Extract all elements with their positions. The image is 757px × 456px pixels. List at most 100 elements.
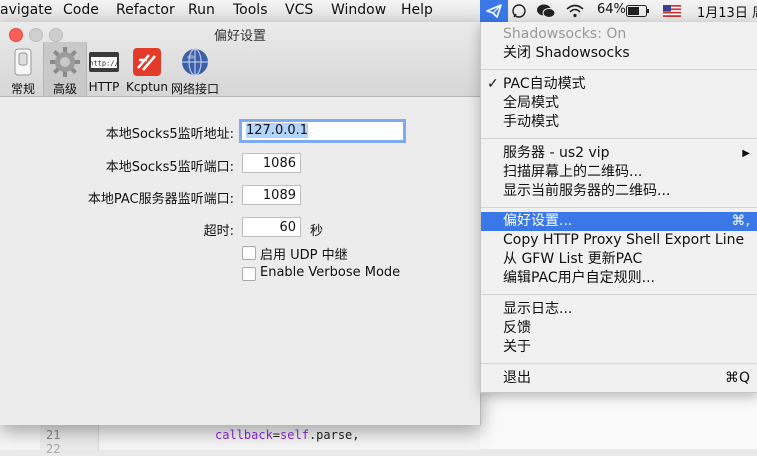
code-rest: .parse, bbox=[308, 428, 360, 442]
socks-address-label: 本地Socks5监听地址: bbox=[105, 127, 234, 142]
svg-text:http://: http:// bbox=[89, 60, 119, 68]
code-line: callback=self.parse, bbox=[215, 428, 360, 442]
preferences-label: 偏好设置... bbox=[503, 213, 573, 229]
menu-separator bbox=[481, 138, 757, 139]
pac-mode-item[interactable]: ✓ PAC自动模式 bbox=[481, 75, 757, 94]
tab-http[interactable]: http:// HTTP bbox=[86, 42, 122, 96]
preferences-shortcut: ⌘, bbox=[731, 213, 750, 229]
code-callback: callback bbox=[215, 428, 273, 442]
scan-qr-item[interactable]: 扫描屏幕上的二维码... bbox=[481, 163, 757, 182]
socks-address-input[interactable]: 127.0.0.1 bbox=[239, 119, 406, 143]
show-log-label: 显示日志... bbox=[503, 301, 573, 317]
udp-relay-label: 启用 UDP 中继 bbox=[260, 248, 348, 263]
tab-http-label: HTTP bbox=[88, 80, 120, 94]
about-item[interactable]: 关于 bbox=[481, 338, 757, 357]
scan-qr-label: 扫描屏幕上的二维码... bbox=[503, 164, 643, 180]
tab-kcptun[interactable]: Kcptun bbox=[125, 42, 169, 96]
timeout-unit: 秒 bbox=[310, 224, 324, 239]
tab-advanced[interactable]: 高级 bbox=[43, 42, 87, 96]
quit-item[interactable]: 退出 ⌘Q bbox=[481, 369, 757, 388]
edit-pac-label: 编辑PAC用户自定规则... bbox=[503, 270, 656, 286]
socks-port-label: 本地Socks5监听端口: bbox=[105, 160, 234, 175]
server-submenu-item[interactable]: 服务器 - us2 vip ▶ bbox=[481, 144, 757, 163]
checkmark-icon: ✓ bbox=[487, 76, 499, 92]
update-pac-item[interactable]: 从 GFW List 更新PAC bbox=[481, 250, 757, 269]
paper-plane-icon bbox=[486, 4, 502, 18]
socks-port-input[interactable]: 1086 bbox=[242, 153, 301, 173]
quit-label: 退出 bbox=[503, 370, 531, 386]
window-titlebar: 偏好设置 常规 高级 http:// HTTP Kcptun 网络接口 bbox=[0, 22, 480, 97]
show-log-item[interactable]: 显示日志... bbox=[481, 300, 757, 319]
udp-relay-checkbox[interactable] bbox=[242, 246, 256, 260]
timeout-input[interactable]: 60 bbox=[242, 217, 301, 237]
manual-mode-item[interactable]: 手动模式 bbox=[481, 113, 757, 132]
tab-general[interactable]: 常规 bbox=[4, 42, 42, 96]
menu-separator bbox=[481, 363, 757, 364]
battery-icon[interactable] bbox=[626, 5, 650, 17]
menu-separator bbox=[481, 69, 757, 70]
wechat-icon[interactable] bbox=[536, 3, 556, 19]
tab-kcptun-label: Kcptun bbox=[126, 80, 168, 94]
copy-export-label: Copy HTTP Proxy Shell Export Line bbox=[503, 232, 745, 248]
menu-code[interactable]: Code bbox=[63, 2, 99, 18]
menu-vcs[interactable]: VCS bbox=[285, 2, 313, 18]
code-equals: = bbox=[272, 428, 281, 442]
code-editor-background: 21 22 callback=self.parse, bbox=[0, 424, 480, 456]
desktop-background bbox=[480, 392, 757, 449]
show-qr-item[interactable]: 显示当前服务器的二维码... bbox=[481, 182, 757, 201]
feedback-item[interactable]: 反馈 bbox=[481, 319, 757, 338]
switch-icon bbox=[14, 48, 32, 76]
submenu-arrow-icon: ▶ bbox=[742, 148, 750, 159]
toggle-shadowsocks-label: 关闭 Shadowsocks bbox=[503, 45, 630, 61]
menu-help[interactable]: Help bbox=[401, 2, 433, 18]
battery-percent: 64% bbox=[597, 2, 626, 17]
menu-tools[interactable]: Tools bbox=[233, 2, 268, 18]
status-menu-item: Shadowsocks: On bbox=[481, 25, 757, 44]
line-number: 21 bbox=[46, 428, 61, 442]
pac-port-input[interactable]: 1089 bbox=[242, 185, 301, 205]
menu-refactor[interactable]: Refactor bbox=[116, 2, 175, 18]
copy-export-item[interactable]: Copy HTTP Proxy Shell Export Line bbox=[481, 231, 757, 250]
update-pac-label: 从 GFW List 更新PAC bbox=[503, 251, 643, 267]
toggle-shadowsocks-item[interactable]: 关闭 Shadowsocks bbox=[481, 44, 757, 63]
preferences-item[interactable]: 偏好设置... ⌘, bbox=[481, 212, 757, 231]
verbose-mode-label: Enable Verbose Mode bbox=[260, 265, 401, 280]
menu-navigate[interactable]: avigate bbox=[0, 2, 52, 18]
menu-window[interactable]: Window bbox=[331, 2, 386, 18]
kcptun-icon bbox=[133, 48, 161, 76]
tab-network-interface[interactable]: 网络接口 bbox=[171, 42, 219, 96]
tab-network-interface-label: 网络接口 bbox=[171, 82, 220, 96]
tab-general-label: 常规 bbox=[10, 82, 35, 96]
about-label: 关于 bbox=[503, 339, 531, 355]
verbose-mode-checkbox[interactable] bbox=[242, 267, 256, 281]
line-number-next: 22 bbox=[46, 442, 61, 456]
shadowsocks-menu: Shadowsocks: On 关闭 Shadowsocks ✓ PAC自动模式 … bbox=[480, 22, 757, 393]
show-qr-label: 显示当前服务器的二维码... bbox=[503, 183, 671, 199]
global-mode-item[interactable]: 全局模式 bbox=[481, 94, 757, 113]
menu-run[interactable]: Run bbox=[188, 2, 215, 18]
menubar-date[interactable]: 1月13日 周 bbox=[697, 2, 757, 21]
gear-icon bbox=[50, 47, 80, 77]
status-text: Shadowsocks: On bbox=[503, 26, 627, 42]
edit-pac-item[interactable]: 编辑PAC用户自定规则... bbox=[481, 269, 757, 288]
pac-mode-label: PAC自动模式 bbox=[503, 76, 586, 92]
shadowsocks-tray-button[interactable] bbox=[480, 0, 508, 22]
manual-mode-label: 手动模式 bbox=[503, 114, 559, 130]
server-label: 服务器 - us2 vip bbox=[503, 145, 610, 161]
global-mode-label: 全局模式 bbox=[503, 95, 559, 111]
socks-address-value: 127.0.0.1 bbox=[246, 123, 309, 138]
menu-bar: avigate Code Refactor Run Tools VCS Wind… bbox=[0, 0, 757, 23]
menu-separator bbox=[481, 207, 757, 208]
code-self: self bbox=[280, 428, 309, 442]
pac-port-label: 本地PAC服务器监听端口: bbox=[87, 192, 234, 207]
advanced-settings-panel: 本地Socks5监听地址: 127.0.0.1 本地Socks5监听端口: 10… bbox=[0, 97, 480, 425]
quit-shortcut: ⌘Q bbox=[724, 370, 750, 386]
globe-icon bbox=[182, 48, 208, 76]
menu-separator bbox=[481, 294, 757, 295]
us-flag-icon[interactable] bbox=[663, 5, 681, 17]
preferences-window: 偏好设置 常规 高级 http:// HTTP Kcptun 网络接口 本地So… bbox=[0, 22, 481, 425]
timeout-label: 超时: bbox=[203, 224, 234, 239]
wifi-icon[interactable] bbox=[565, 3, 585, 19]
qq-icon[interactable] bbox=[510, 3, 528, 19]
tab-advanced-label: 高级 bbox=[52, 82, 77, 96]
